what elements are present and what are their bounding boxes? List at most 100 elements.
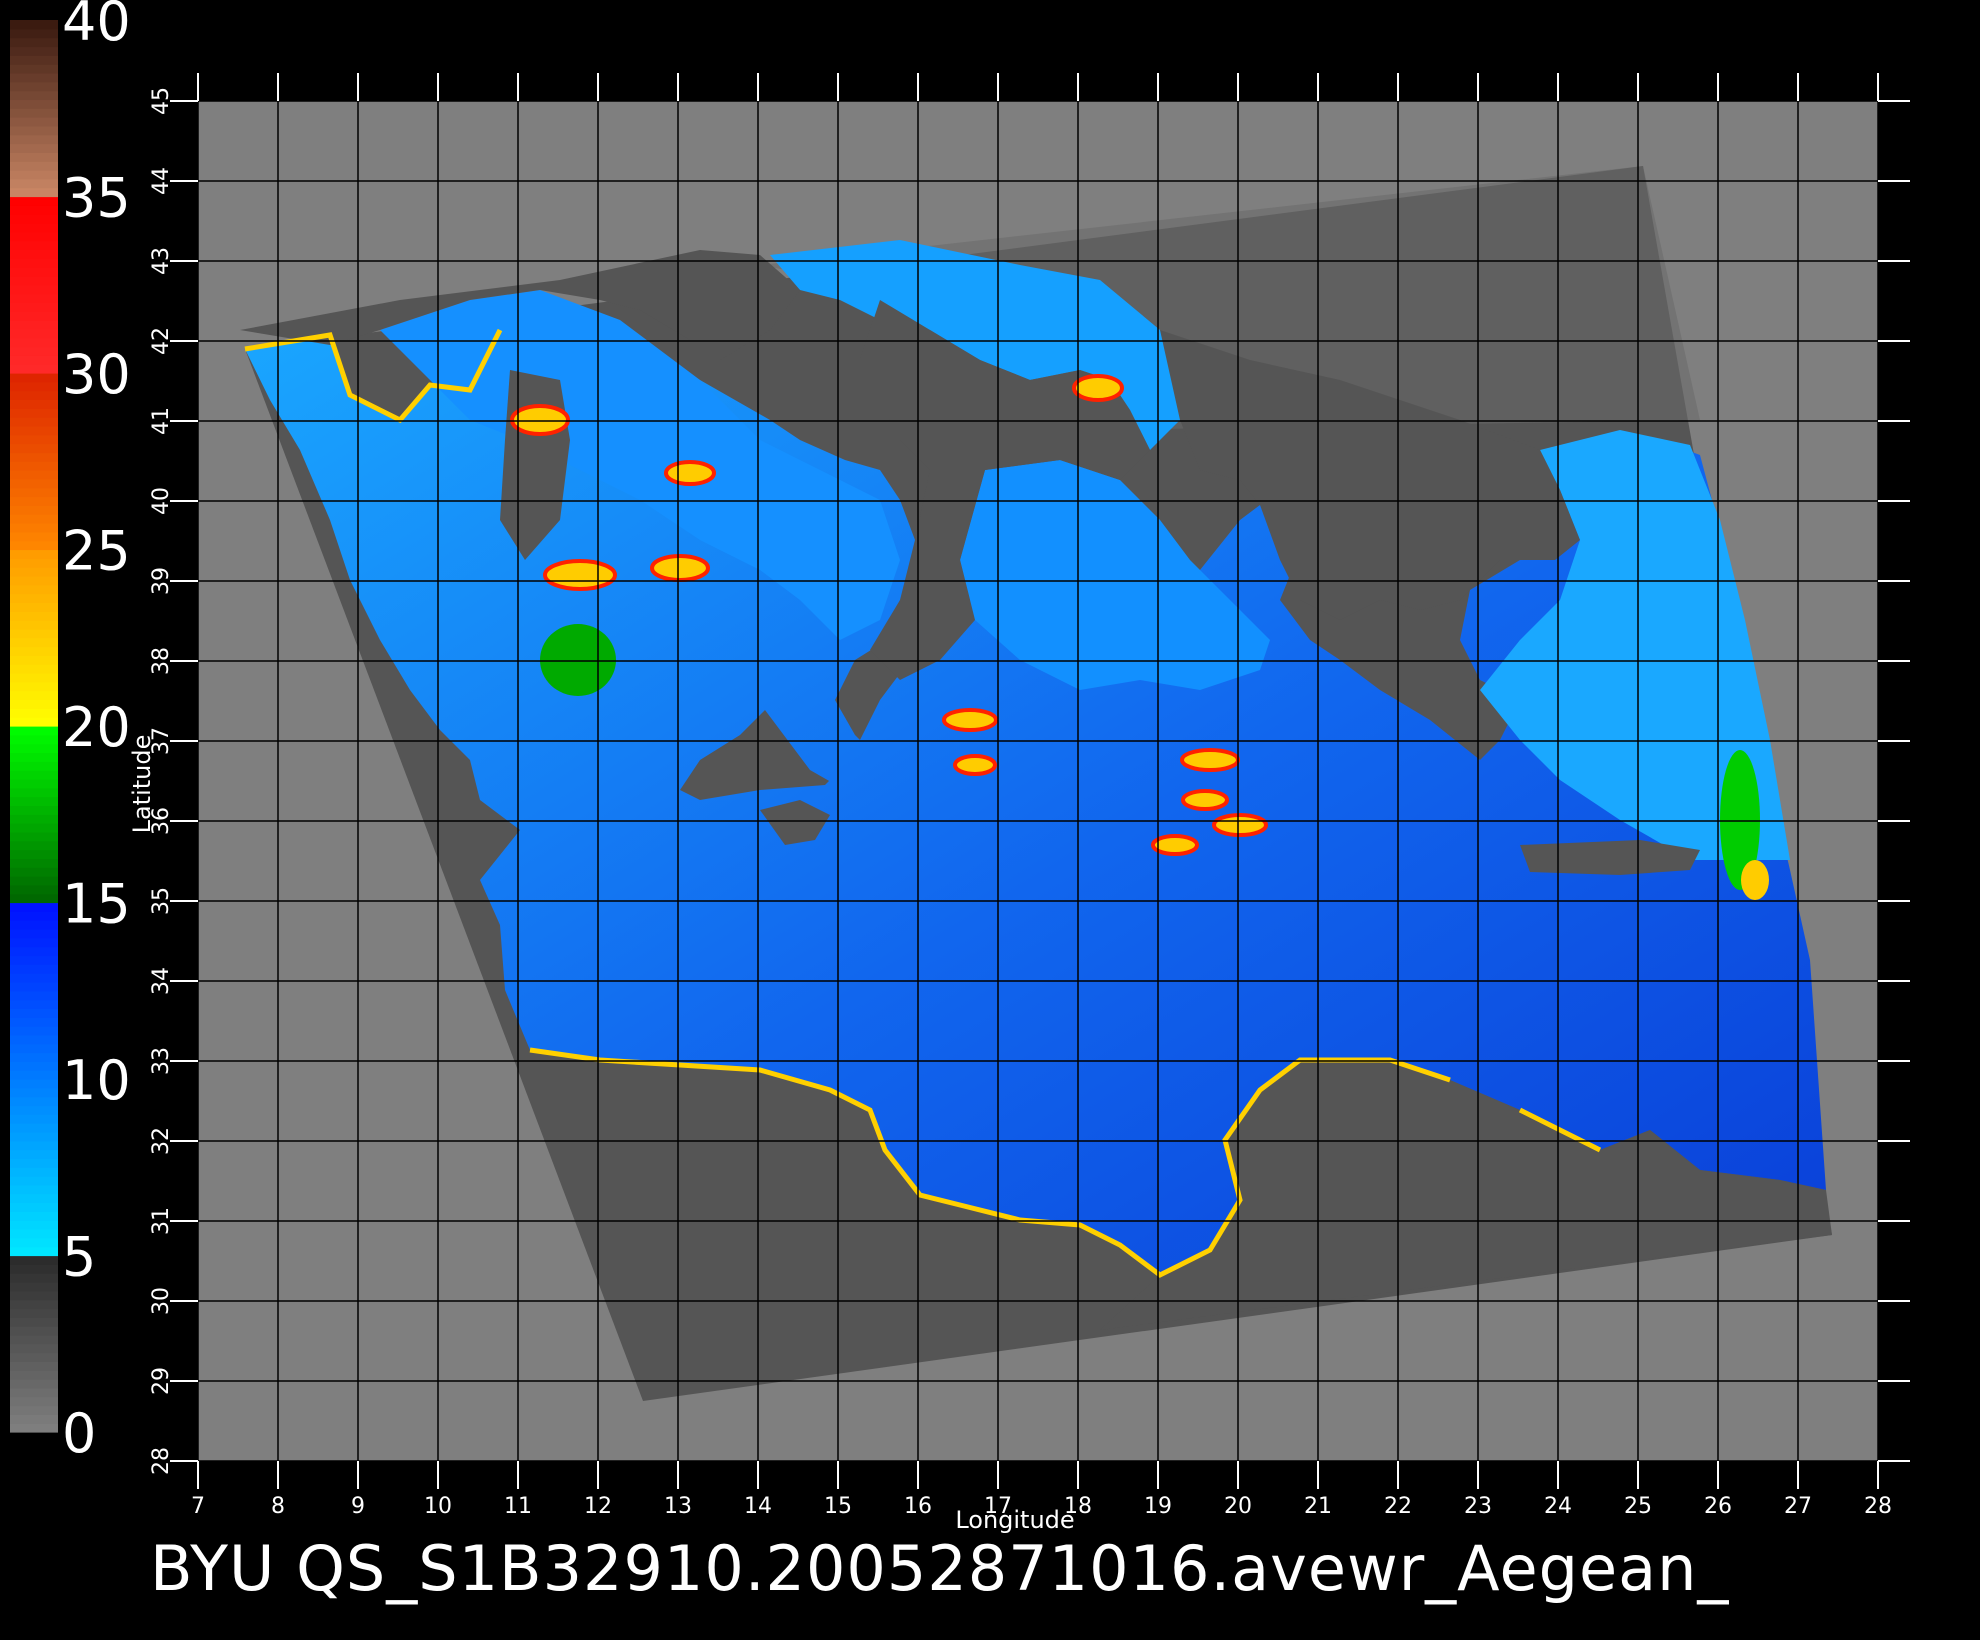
colorbar-band — [10, 814, 58, 824]
lon-tick-label: 8 — [271, 1494, 285, 1519]
lon-tick-label: 28 — [1864, 1494, 1892, 1519]
colorbar-band — [10, 90, 58, 101]
colorbar-band — [10, 99, 58, 109]
colorbar-band — [10, 452, 58, 462]
colorbar-band — [10, 1334, 58, 1345]
colorbar-band — [10, 1184, 58, 1195]
colorbar-band — [10, 708, 58, 718]
colorbar-band — [10, 1149, 58, 1160]
colorbar-band — [10, 858, 58, 868]
colorbar-band — [10, 523, 58, 533]
colorbar-band — [10, 1237, 58, 1248]
colorbar-band — [10, 346, 58, 356]
colorbar-band — [10, 1052, 58, 1062]
colorbar-band — [10, 505, 58, 515]
colorbar-band — [10, 531, 58, 542]
colorbar-band — [10, 567, 58, 577]
colorbar-band — [10, 734, 58, 745]
colorbar-band — [10, 999, 58, 1009]
colorbar-band — [10, 1343, 58, 1354]
colorbar-label: 25 — [62, 520, 131, 583]
colorbar-band — [10, 240, 58, 251]
colorbar-label: 35 — [62, 167, 131, 230]
lon-tick-label: 14 — [744, 1494, 772, 1519]
colorbar-band — [10, 1114, 58, 1124]
colorbar-band — [10, 1008, 58, 1018]
colorbar-band — [10, 134, 58, 145]
colorbar-label: 10 — [62, 1049, 131, 1112]
colorbar-band — [10, 108, 58, 118]
colorbar-band — [10, 1405, 58, 1415]
lat-tick-label: 44 — [149, 167, 174, 195]
colorbar-band — [10, 928, 58, 939]
lon-tick-label: 16 — [904, 1494, 932, 1519]
colorbar-band — [10, 1131, 58, 1142]
colorbar-band — [10, 249, 58, 259]
colorbar-label: 5 — [62, 1226, 96, 1289]
colorbar-band — [10, 646, 58, 656]
colorbar-band — [10, 231, 58, 242]
colorbar-band — [10, 1193, 58, 1204]
colorbar-band — [10, 823, 58, 833]
colorbar-band — [10, 690, 58, 701]
colorbar-band — [10, 1423, 58, 1433]
colorbar-band — [10, 1387, 58, 1398]
colorbar-band — [10, 1017, 58, 1027]
lat-tick-label: 38 — [149, 647, 174, 675]
lat-tick-label: 33 — [149, 1047, 174, 1075]
colorbar-band — [10, 1167, 58, 1177]
lon-tick-label: 23 — [1464, 1494, 1492, 1519]
colorbar-band — [10, 937, 58, 948]
colorbar-band — [10, 964, 58, 974]
image-caption: BYU QS_S1B32910.20052871016.avewr_Aegean… — [150, 1532, 1729, 1605]
lon-tick-label: 25 — [1624, 1494, 1652, 1519]
colorbar-band — [10, 408, 58, 418]
lat-tick-label: 35 — [149, 887, 174, 915]
colorbar-band — [10, 628, 58, 639]
colorbar-band — [10, 575, 58, 586]
colorbar-band — [10, 655, 58, 665]
colorbar-band — [10, 867, 58, 877]
colorbar-band — [10, 1176, 58, 1186]
colorbar-band — [10, 355, 58, 365]
colorbar-band — [10, 364, 58, 374]
colorbar-band — [10, 1202, 58, 1212]
colorbar-band — [10, 514, 58, 524]
colorbar-band — [10, 267, 58, 277]
colorbar-labels: 0 5 10 15 20 25 30 35 40 — [62, 0, 131, 1465]
colorbar-band — [10, 717, 58, 727]
lon-tick-label: 19 — [1144, 1494, 1172, 1519]
lon-tick-label: 22 — [1384, 1494, 1412, 1519]
colorbar-band — [10, 302, 58, 312]
colorbar-band — [10, 1140, 58, 1151]
colorbar-band — [10, 125, 58, 136]
colorbar-band — [10, 664, 58, 674]
lat-tick-label: 40 — [149, 487, 174, 515]
colorbar-band — [10, 1096, 58, 1107]
colorbar-band — [10, 787, 58, 798]
lat-tick-label: 39 — [149, 567, 174, 595]
colorbar-band — [10, 390, 58, 401]
colorbar-band — [10, 946, 58, 957]
colorbar-band — [10, 955, 58, 965]
colorbar-band — [10, 796, 58, 807]
map-plot-area — [197, 100, 1879, 1462]
colorbar-band — [10, 1326, 58, 1336]
colorbar-band — [10, 602, 58, 612]
wind-speed-colorbar: 0 5 10 15 20 25 30 35 40 — [10, 0, 131, 1465]
colorbar-band — [10, 1317, 58, 1327]
colorbar-band — [10, 1026, 58, 1036]
colorbar-band — [10, 1087, 58, 1098]
colorbar-band — [10, 981, 58, 992]
colorbar-label: 40 — [62, 0, 131, 53]
colorbar-band — [10, 461, 58, 471]
colorbar-band — [10, 64, 58, 74]
colorbar-band — [10, 470, 58, 480]
colorbar-band — [10, 726, 58, 736]
colorbar-band — [10, 1079, 58, 1089]
lon-tick-label: 24 — [1544, 1494, 1572, 1519]
y-axis-title: Latitude — [128, 735, 156, 834]
colorbar-band — [10, 143, 58, 153]
lat-tick-label: 29 — [149, 1367, 174, 1395]
colorbar-band — [10, 673, 58, 683]
